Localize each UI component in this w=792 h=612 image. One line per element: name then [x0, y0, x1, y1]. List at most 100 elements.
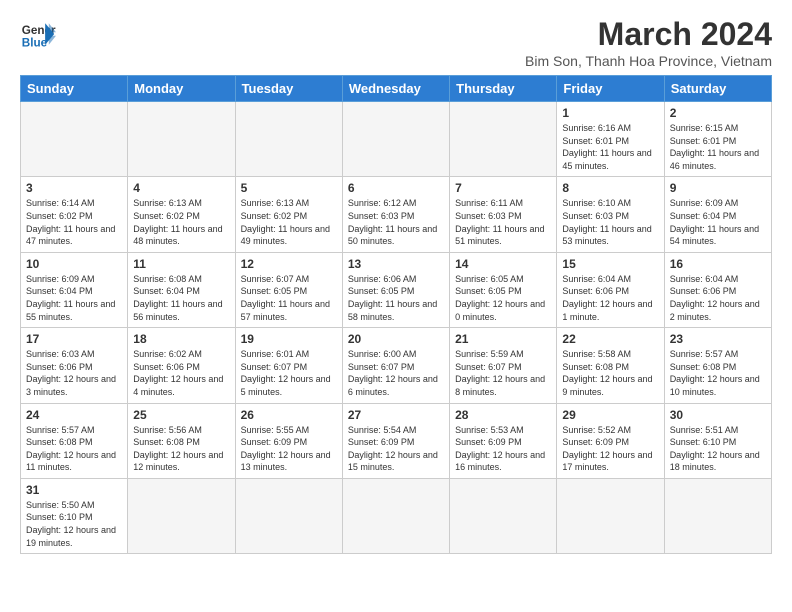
location-subtitle: Bim Son, Thanh Hoa Province, Vietnam [525, 53, 772, 69]
day-number: 9 [670, 181, 766, 195]
calendar-cell [235, 102, 342, 177]
calendar-cell: 6Sunrise: 6:12 AM Sunset: 6:03 PM Daylig… [342, 177, 449, 252]
calendar-cell: 31 Sunrise: 5:50 AM Sunset: 6:10 PM Dayli… [21, 478, 128, 553]
calendar-cell: 23Sunrise: 5:57 AM Sunset: 6:08 PM Dayli… [664, 328, 771, 403]
day-info: Sunrise: 6:07 AM Sunset: 6:05 PM Dayligh… [241, 273, 337, 323]
day-info: Sunrise: 6:13 AM Sunset: 6:02 PM Dayligh… [241, 197, 337, 247]
day-info: Sunrise: 6:02 AM Sunset: 6:06 PM Dayligh… [133, 348, 229, 398]
day-info: Sunrise: 6:09 AM Sunset: 6:04 PM Dayligh… [670, 197, 766, 247]
day-info: Sunrise: 5:57 AM Sunset: 6:08 PM Dayligh… [670, 348, 766, 398]
calendar-cell: 17 Sunrise: 6:03 AM Sunset: 6:06 PM Dayli… [21, 328, 128, 403]
day-number: 21 [455, 332, 551, 346]
calendar-week-6: 31 Sunrise: 5:50 AM Sunset: 6:10 PM Dayli… [21, 478, 772, 553]
calendar-cell [128, 102, 235, 177]
day-number: 31 [26, 483, 122, 497]
calendar-cell [557, 478, 664, 553]
calendar-cell: 8Sunrise: 6:10 AM Sunset: 6:03 PM Daylig… [557, 177, 664, 252]
calendar-cell: 12 Sunrise: 6:07 AM Sunset: 6:05 PM Dayli… [235, 252, 342, 327]
day-number: 13 [348, 257, 444, 271]
day-number: 14 [455, 257, 551, 271]
day-number: 5 [241, 181, 337, 195]
day-number: 25 [133, 408, 229, 422]
day-number: 11 [133, 257, 229, 271]
day-info: Sunrise: 6:14 AM Sunset: 6:02 PM Dayligh… [26, 197, 122, 247]
day-info: Sunrise: 6:01 AM Sunset: 6:07 PM Dayligh… [241, 348, 337, 398]
day-info: Sunrise: 6:06 AM Sunset: 6:05 PM Dayligh… [348, 273, 444, 323]
calendar-week-2: 3 Sunrise: 6:14 AM Sunset: 6:02 PM Daylig… [21, 177, 772, 252]
calendar-cell: 29Sunrise: 5:52 AM Sunset: 6:09 PM Dayli… [557, 403, 664, 478]
day-info: Sunrise: 5:58 AM Sunset: 6:08 PM Dayligh… [562, 348, 658, 398]
calendar-cell: 26Sunrise: 5:55 AM Sunset: 6:09 PM Dayli… [235, 403, 342, 478]
day-info: Sunrise: 5:52 AM Sunset: 6:09 PM Dayligh… [562, 424, 658, 474]
calendar-cell [342, 102, 449, 177]
day-info: Sunrise: 5:51 AM Sunset: 6:10 PM Dayligh… [670, 424, 766, 474]
page-header: General Blue March 2024 Bim Son, Thanh H… [20, 16, 772, 69]
calendar-cell: 11Sunrise: 6:08 AM Sunset: 6:04 PM Dayli… [128, 252, 235, 327]
day-info: Sunrise: 5:50 AM Sunset: 6:10 PM Dayligh… [26, 499, 122, 549]
day-number: 28 [455, 408, 551, 422]
weekday-header-tuesday: Tuesday [235, 76, 342, 102]
logo-icon: General Blue [20, 16, 56, 52]
calendar-cell [450, 102, 557, 177]
day-info: Sunrise: 6:04 AM Sunset: 6:06 PM Dayligh… [670, 273, 766, 323]
day-number: 10 [26, 257, 122, 271]
calendar-cell: 2Sunrise: 6:15 AM Sunset: 6:01 PM Daylig… [664, 102, 771, 177]
calendar-cell: 19 Sunrise: 6:01 AM Sunset: 6:07 PM Dayli… [235, 328, 342, 403]
weekday-header-monday: Monday [128, 76, 235, 102]
calendar-week-5: 24Sunrise: 5:57 AM Sunset: 6:08 PM Dayli… [21, 403, 772, 478]
calendar-cell: 18 Sunrise: 6:02 AM Sunset: 6:06 PM Dayli… [128, 328, 235, 403]
day-number: 3 [26, 181, 122, 195]
calendar-cell [235, 478, 342, 553]
calendar-cell: 4 Sunrise: 6:13 AM Sunset: 6:02 PM Daylig… [128, 177, 235, 252]
day-number: 22 [562, 332, 658, 346]
calendar-week-4: 17 Sunrise: 6:03 AM Sunset: 6:06 PM Dayli… [21, 328, 772, 403]
day-info: Sunrise: 5:53 AM Sunset: 6:09 PM Dayligh… [455, 424, 551, 474]
calendar-cell: 25Sunrise: 5:56 AM Sunset: 6:08 PM Dayli… [128, 403, 235, 478]
day-number: 4 [133, 181, 229, 195]
calendar-week-3: 10 Sunrise: 6:09 AM Sunset: 6:04 PM Dayli… [21, 252, 772, 327]
day-info: Sunrise: 6:05 AM Sunset: 6:05 PM Dayligh… [455, 273, 551, 323]
calendar-cell [664, 478, 771, 553]
day-info: Sunrise: 6:13 AM Sunset: 6:02 PM Dayligh… [133, 197, 229, 247]
calendar-cell: 10 Sunrise: 6:09 AM Sunset: 6:04 PM Dayli… [21, 252, 128, 327]
calendar-cell: 15Sunrise: 6:04 AM Sunset: 6:06 PM Dayli… [557, 252, 664, 327]
day-info: Sunrise: 6:09 AM Sunset: 6:04 PM Dayligh… [26, 273, 122, 323]
weekday-header-sunday: Sunday [21, 76, 128, 102]
svg-text:Blue: Blue [22, 37, 48, 50]
day-info: Sunrise: 6:12 AM Sunset: 6:03 PM Dayligh… [348, 197, 444, 247]
calendar-cell: 24Sunrise: 5:57 AM Sunset: 6:08 PM Dayli… [21, 403, 128, 478]
day-number: 17 [26, 332, 122, 346]
calendar-cell: 27Sunrise: 5:54 AM Sunset: 6:09 PM Dayli… [342, 403, 449, 478]
day-number: 24 [26, 408, 122, 422]
day-number: 19 [241, 332, 337, 346]
day-number: 7 [455, 181, 551, 195]
calendar-cell: 3 Sunrise: 6:14 AM Sunset: 6:02 PM Daylig… [21, 177, 128, 252]
calendar-table: SundayMondayTuesdayWednesdayThursdayFrid… [20, 75, 772, 554]
day-info: Sunrise: 6:00 AM Sunset: 6:07 PM Dayligh… [348, 348, 444, 398]
day-number: 18 [133, 332, 229, 346]
day-number: 1 [562, 106, 658, 120]
calendar-cell: 13 Sunrise: 6:06 AM Sunset: 6:05 PM Dayli… [342, 252, 449, 327]
day-number: 2 [670, 106, 766, 120]
day-number: 12 [241, 257, 337, 271]
day-info: Sunrise: 6:16 AM Sunset: 6:01 PM Dayligh… [562, 122, 658, 172]
day-number: 26 [241, 408, 337, 422]
calendar-cell: 28 Sunrise: 5:53 AM Sunset: 6:09 PM Dayli… [450, 403, 557, 478]
calendar-cell: 21 Sunrise: 5:59 AM Sunset: 6:07 PM Dayli… [450, 328, 557, 403]
day-number: 20 [348, 332, 444, 346]
calendar-cell: 5 Sunrise: 6:13 AM Sunset: 6:02 PM Daylig… [235, 177, 342, 252]
day-number: 30 [670, 408, 766, 422]
calendar-cell: 20 Sunrise: 6:00 AM Sunset: 6:07 PM Dayli… [342, 328, 449, 403]
day-info: Sunrise: 6:04 AM Sunset: 6:06 PM Dayligh… [562, 273, 658, 323]
weekday-header-saturday: Saturday [664, 76, 771, 102]
calendar-cell: 22 Sunrise: 5:58 AM Sunset: 6:08 PM Dayli… [557, 328, 664, 403]
day-info: Sunrise: 5:59 AM Sunset: 6:07 PM Dayligh… [455, 348, 551, 398]
weekday-header-wednesday: Wednesday [342, 76, 449, 102]
day-info: Sunrise: 6:03 AM Sunset: 6:06 PM Dayligh… [26, 348, 122, 398]
calendar-cell: 1 Sunrise: 6:16 AM Sunset: 6:01 PM Daylig… [557, 102, 664, 177]
title-area: March 2024 Bim Son, Thanh Hoa Province, … [525, 16, 772, 69]
day-number: 27 [348, 408, 444, 422]
calendar-cell: 9 Sunrise: 6:09 AM Sunset: 6:04 PM Daylig… [664, 177, 771, 252]
calendar-cell: 14 Sunrise: 6:05 AM Sunset: 6:05 PM Dayli… [450, 252, 557, 327]
day-number: 8 [562, 181, 658, 195]
